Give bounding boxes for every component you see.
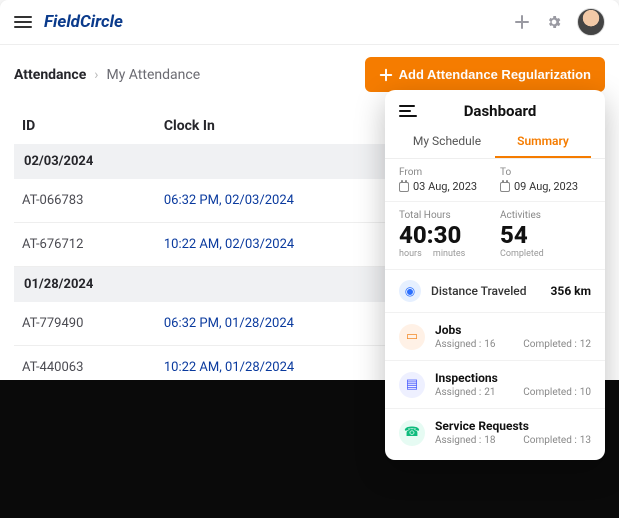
clipboard-icon: ▤ [399,372,425,398]
total-hours-label: Total Hours [399,210,490,221]
logo: FieldCircle [44,12,123,32]
location-icon: ◉ [399,280,421,302]
add-regularization-button[interactable]: Add Attendance Regularization [365,57,605,92]
tab-my-schedule[interactable]: My Schedule [399,126,495,158]
total-hours-value: 40:30 [399,221,490,249]
add-button-label: Add Attendance Regularization [399,67,591,82]
headset-icon: ☎ [399,420,425,446]
dashboard-title: Dashboard [427,102,573,120]
from-label: From [399,167,490,178]
menu-icon[interactable] [14,16,32,28]
cat-inspections[interactable]: ▤ Inspections Assigned :21 Completed :10 [385,361,605,409]
breadcrumb: Attendance › My Attendance [14,67,200,83]
briefcase-icon: ▭ [399,324,425,350]
col-id: ID [14,104,156,144]
tab-summary[interactable]: Summary [495,126,591,158]
to-label: To [500,167,591,178]
to-date[interactable]: 09 Aug, 2023 [500,180,591,193]
calendar-icon [500,182,510,192]
dashboard-card: Dashboard My Schedule Summary From 03 Au… [385,90,605,460]
breadcrumb-root[interactable]: Attendance [14,67,86,83]
plus-icon[interactable] [511,11,533,33]
dashboard-menu-icon[interactable] [399,105,417,117]
chevron-right-icon: › [94,67,98,83]
cat-jobs[interactable]: ▭ Jobs Assigned :16 Completed :12 [385,313,605,361]
distance-value: 356 km [551,284,591,298]
gear-icon[interactable] [543,11,565,33]
avatar[interactable] [577,8,605,36]
distance-row: ◉ Distance Traveled 356 km [385,270,605,313]
activities-sub: Completed [500,249,591,259]
activities-value: 54 [500,221,591,249]
calendar-icon [399,182,409,192]
topbar: FieldCircle [0,0,619,45]
from-date[interactable]: 03 Aug, 2023 [399,180,490,193]
breadcrumb-leaf: My Attendance [106,67,200,83]
cat-service-requests[interactable]: ☎ Service Requests Assigned :18 Complete… [385,409,605,460]
plus-icon [379,68,393,82]
activities-label: Activities [500,210,591,221]
col-clockin: Clock In [156,104,392,144]
